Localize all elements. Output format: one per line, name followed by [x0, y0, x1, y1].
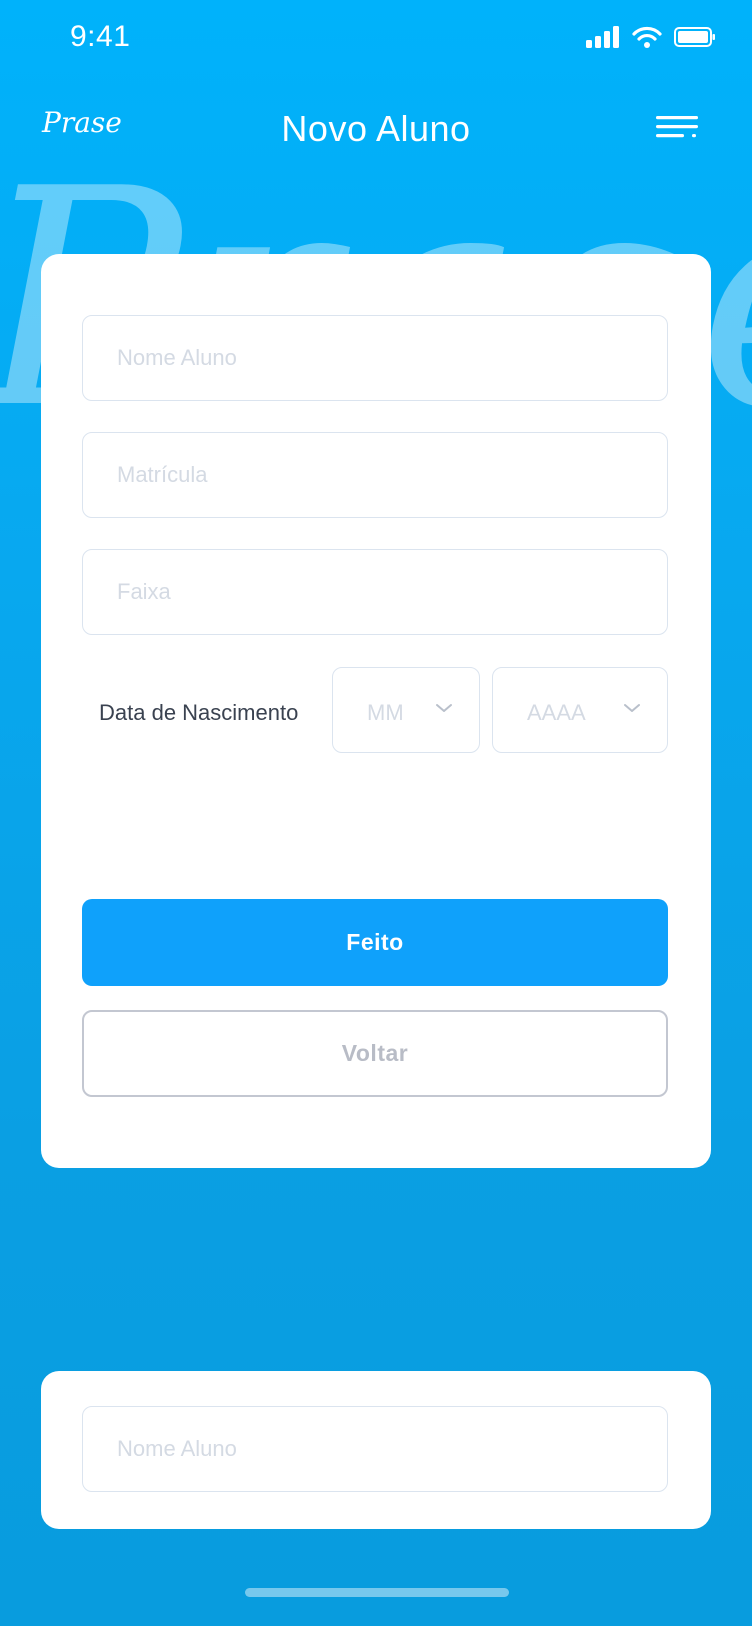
status-bar: 9:41: [0, 0, 752, 80]
secondary-form-card: [41, 1371, 711, 1529]
back-button-label: Voltar: [341, 1040, 409, 1066]
home-indicator: [245, 1588, 509, 1597]
cellular-signal-icon: [586, 26, 619, 48]
app-screen: Prase 9:41 Prase Novo Aluno: [0, 0, 752, 1626]
belt-input[interactable]: [83, 550, 667, 634]
new-student-form-card: Data de Nascimento MM AAAA Feito Voltar: [41, 254, 711, 1168]
status-time: 9:41: [70, 20, 131, 53]
chevron-down-icon: [436, 704, 452, 712]
registration-field[interactable]: [82, 432, 668, 518]
status-icons: [586, 26, 716, 48]
birth-month-select[interactable]: MM: [332, 667, 480, 753]
chevron-down-icon: [624, 704, 640, 712]
student-name-input-secondary[interactable]: [83, 1407, 667, 1491]
done-button[interactable]: Feito: [82, 899, 668, 986]
student-name-input[interactable]: [83, 316, 667, 400]
birth-year-placeholder: AAAA: [527, 700, 586, 725]
birth-month-placeholder: MM: [367, 700, 404, 725]
menu-button[interactable]: [656, 110, 700, 146]
done-button-label: Feito: [346, 929, 404, 955]
belt-field[interactable]: [82, 549, 668, 635]
back-button[interactable]: Voltar: [82, 1010, 668, 1097]
student-name-field[interactable]: [82, 315, 668, 401]
menu-lines-icon: [656, 116, 698, 138]
navigation-header: Prase Novo Aluno: [0, 96, 752, 162]
birth-date-label: Data de Nascimento: [99, 700, 299, 725]
battery-icon: [674, 27, 715, 47]
page-title: Novo Aluno: [281, 108, 471, 149]
birth-year-select[interactable]: AAAA: [492, 667, 668, 753]
registration-input[interactable]: [83, 433, 667, 517]
wifi-icon: [632, 26, 662, 48]
student-name-field-secondary[interactable]: [82, 1406, 668, 1492]
